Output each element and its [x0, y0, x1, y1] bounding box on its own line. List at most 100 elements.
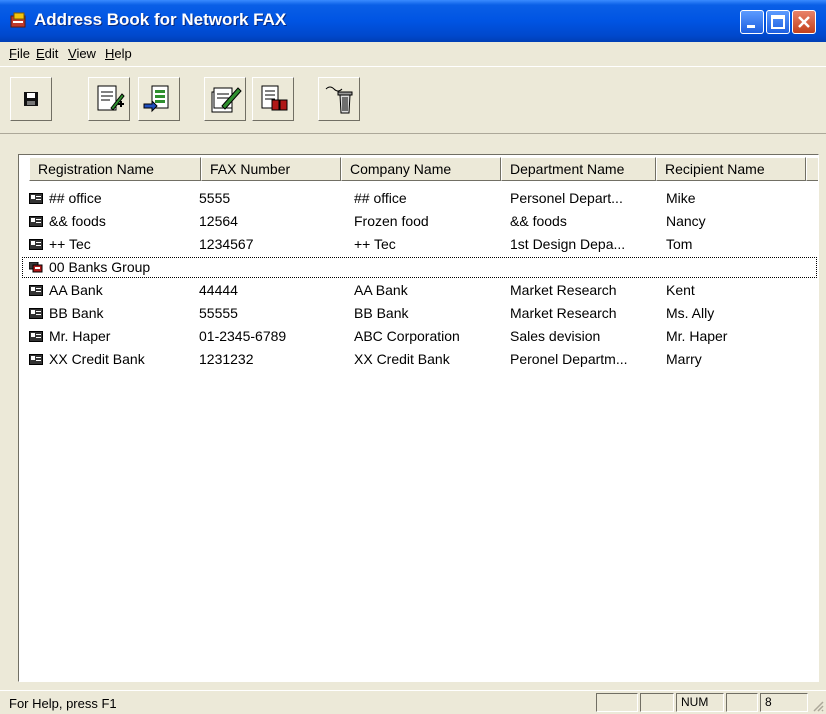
- cell-registration-name: Mr. Haper: [49, 328, 110, 344]
- menu-help-accel: H: [105, 46, 114, 61]
- status-bar: For Help, press F1 NUM 8: [0, 690, 826, 714]
- column-header-department-name[interactable]: Department Name: [501, 157, 656, 181]
- window-title: Address Book for Network FAX: [34, 10, 286, 30]
- status-panel-blank: [640, 693, 674, 712]
- menu-help-label: elp: [114, 46, 131, 61]
- find-button[interactable]: [252, 77, 294, 121]
- cell-department-name: && foods: [510, 213, 567, 229]
- cell-recipient-name: Nancy: [666, 213, 706, 229]
- minimize-icon: [741, 11, 763, 33]
- close-icon: [793, 11, 815, 33]
- contact-card-icon: [29, 354, 43, 365]
- cell-registration-name: XX Credit Bank: [49, 351, 145, 367]
- menu-edit-accel: E: [36, 46, 45, 61]
- cell-department-name: Personel Depart...: [510, 190, 623, 206]
- minimize-button[interactable]: [740, 10, 764, 34]
- cell-registration-name: && foods: [49, 213, 106, 229]
- cell-company-name: Frozen food: [354, 213, 429, 229]
- new-entry-button[interactable]: [88, 77, 130, 121]
- contact-card-icon: [29, 239, 43, 250]
- menu-bar: File Edit View Help: [0, 42, 826, 66]
- save-button[interactable]: [10, 77, 52, 121]
- contact-card-icon: [29, 308, 43, 319]
- menu-edit[interactable]: Edit: [36, 46, 58, 61]
- cell-department-name: Sales devision: [510, 328, 600, 344]
- cell-company-name: ABC Corporation: [354, 328, 460, 344]
- contact-card-icon: [29, 216, 43, 227]
- cell-fax-number: 5555: [199, 190, 230, 206]
- cell-recipient-name: Marry: [666, 351, 702, 367]
- delete-button[interactable]: [318, 77, 360, 121]
- menu-view[interactable]: View: [68, 46, 96, 61]
- column-header-registration-name[interactable]: Registration Name: [29, 157, 201, 181]
- group-icon: [29, 262, 43, 273]
- status-help-text: For Help, press F1: [9, 696, 117, 711]
- column-header-recipient-name[interactable]: Recipient Name: [656, 157, 806, 181]
- cell-fax-number: 1234567: [199, 236, 254, 252]
- status-panel-num: NUM: [676, 693, 724, 712]
- cell-company-name: XX Credit Bank: [354, 351, 450, 367]
- menu-view-label: iew: [76, 46, 96, 61]
- cell-recipient-name: Tom: [666, 236, 692, 252]
- cell-company-name: ++ Tec: [354, 236, 396, 252]
- group-row[interactable]: 00 Banks Group: [21, 256, 818, 279]
- toolbar: [0, 66, 826, 134]
- column-header-filler: [806, 157, 819, 181]
- import-button[interactable]: [138, 77, 180, 121]
- list-header: Registration Name FAX Number Company Nam…: [19, 155, 819, 183]
- menu-file-accel: F: [9, 46, 17, 61]
- table-row[interactable]: XX Credit Bank 1231232 XX Credit Bank Peron…: [21, 348, 818, 371]
- table-row[interactable]: AA Bank 44444 AA Bank Market Research Kent: [21, 279, 818, 302]
- import-icon: [142, 82, 176, 116]
- cell-fax-number: 1231232: [199, 351, 254, 367]
- status-panel-scrl: [726, 693, 758, 712]
- table-row[interactable]: && foods 12564 Frozen food && foods Nancy: [21, 210, 818, 233]
- menu-file[interactable]: File: [9, 46, 30, 61]
- cell-registration-name: 00 Banks Group: [49, 259, 150, 275]
- menu-file-label: ile: [17, 46, 30, 61]
- app-icon: [10, 11, 28, 29]
- app-window: Address Book for Network FAX File Edit V…: [0, 0, 826, 713]
- cell-company-name: ## office: [354, 190, 407, 206]
- cell-recipient-name: Ms. Ally: [666, 305, 714, 321]
- contact-card-icon: [29, 285, 43, 296]
- cell-fax-number: 55555: [199, 305, 238, 321]
- status-panel-caps: [596, 693, 638, 712]
- cell-fax-number: 12564: [199, 213, 238, 229]
- find-icon: [256, 82, 290, 116]
- table-row[interactable]: ++ Tec 1234567 ++ Tec 1st Design Depa... Tom: [21, 233, 818, 256]
- status-panel-count: 8: [760, 693, 808, 712]
- cell-department-name: 1st Design Depa...: [510, 236, 625, 252]
- table-row[interactable]: BB Bank 55555 BB Bank Market Research Ms. Al…: [21, 302, 818, 325]
- close-button[interactable]: [792, 10, 816, 34]
- delete-icon: [322, 82, 356, 116]
- cell-recipient-name: Mr. Haper: [666, 328, 727, 344]
- new-entry-icon: [92, 82, 126, 116]
- maximize-icon: [767, 11, 789, 33]
- column-header-company-name[interactable]: Company Name: [341, 157, 501, 181]
- cell-registration-name: BB Bank: [49, 305, 103, 321]
- edit-entry-icon: [208, 82, 242, 116]
- table-row[interactable]: Mr. Haper 01-2345-6789 ABC Corporation Sale…: [21, 325, 818, 348]
- menu-edit-label: dit: [45, 46, 59, 61]
- cell-department-name: Peronel Departm...: [510, 351, 628, 367]
- save-icon: [21, 89, 41, 109]
- cell-department-name: Market Research: [510, 305, 617, 321]
- table-row[interactable]: ## office 5555 ## office Personel Depart...…: [21, 187, 818, 210]
- title-bar[interactable]: Address Book for Network FAX: [0, 0, 826, 42]
- edit-entry-button[interactable]: [204, 77, 246, 121]
- resize-grip-icon[interactable]: [812, 700, 824, 712]
- cell-registration-name: ## office: [49, 190, 102, 206]
- cell-department-name: Market Research: [510, 282, 617, 298]
- cell-company-name: BB Bank: [354, 305, 408, 321]
- cell-recipient-name: Kent: [666, 282, 695, 298]
- cell-fax-number: 01-2345-6789: [199, 328, 286, 344]
- column-header-fax-number[interactable]: FAX Number: [201, 157, 341, 181]
- cell-registration-name: ++ Tec: [49, 236, 91, 252]
- contact-card-icon: [29, 193, 43, 204]
- menu-help[interactable]: Help: [105, 46, 132, 61]
- cell-recipient-name: Mike: [666, 190, 696, 206]
- contact-card-icon: [29, 331, 43, 342]
- address-list[interactable]: Registration Name FAX Number Company Nam…: [18, 154, 819, 682]
- maximize-button[interactable]: [766, 10, 790, 34]
